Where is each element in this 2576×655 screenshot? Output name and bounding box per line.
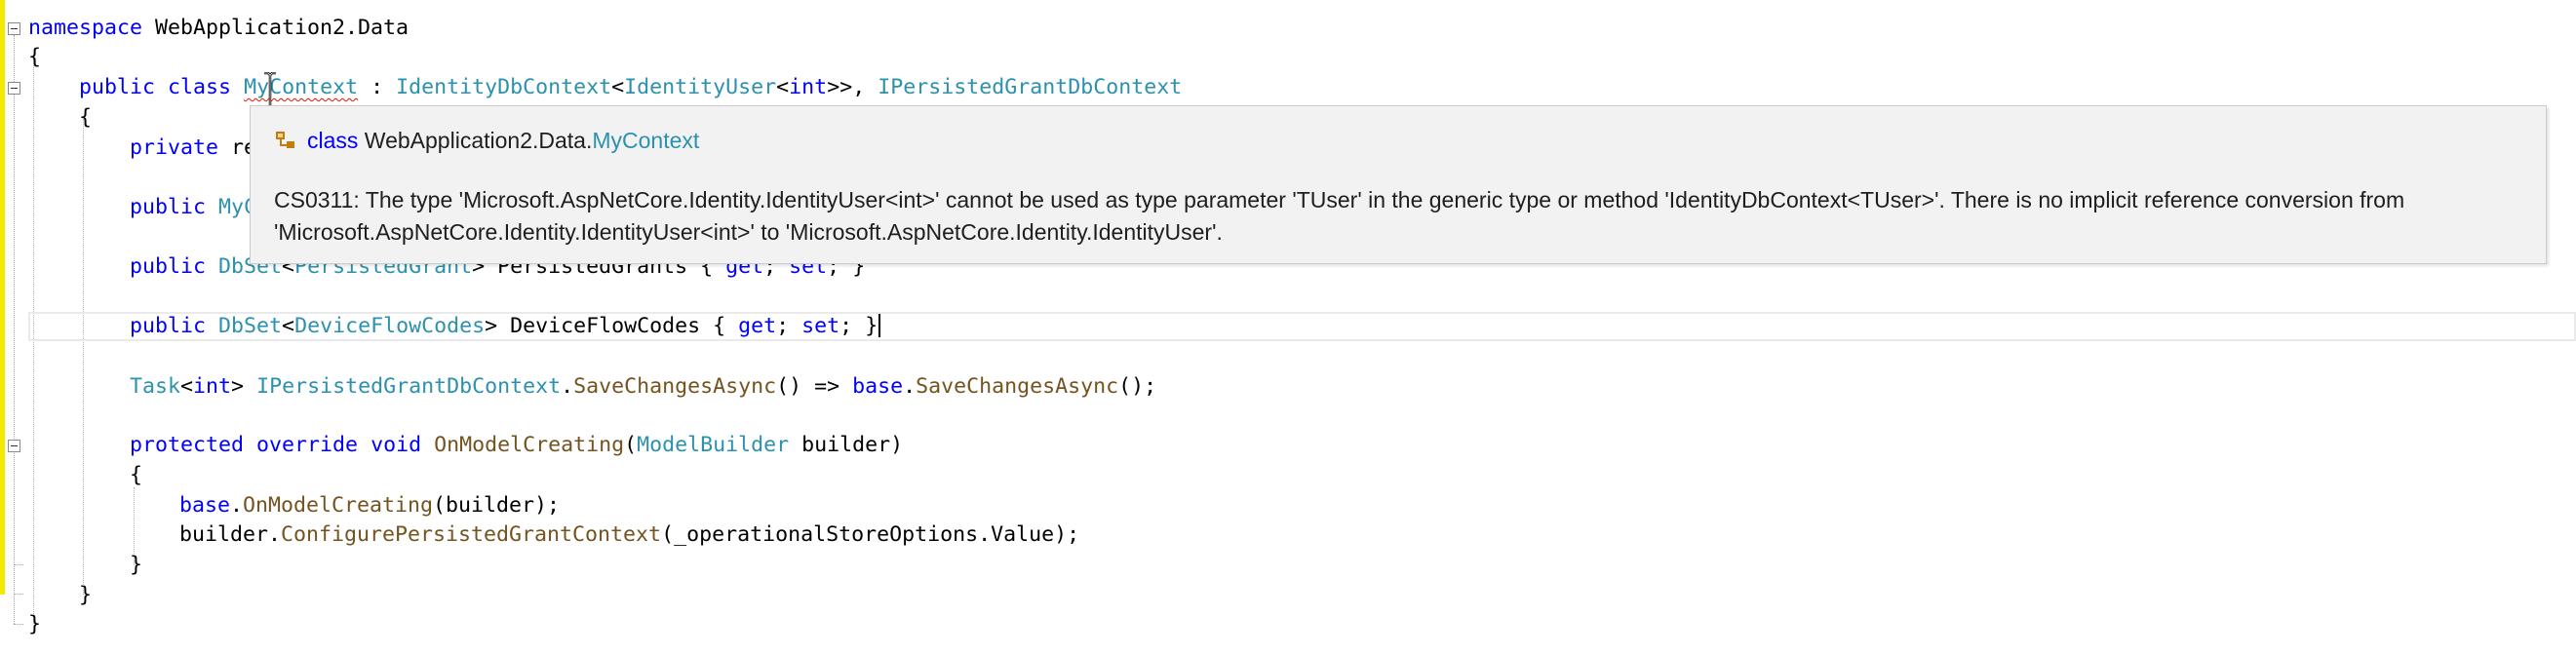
keyword-int: int	[789, 75, 828, 99]
args: (_operationalStoreOptions.Value);	[661, 522, 1080, 547]
keyword-base: base	[852, 374, 904, 399]
keyword-class: class	[168, 75, 232, 99]
outline-namespace-line	[14, 35, 16, 624]
indent-guide	[33, 58, 35, 624]
param-type: ModelBuilder	[637, 433, 790, 457]
keyword-void: void	[371, 433, 422, 457]
punct: ;	[776, 314, 802, 338]
collapse-method-button[interactable]	[8, 440, 20, 452]
punct: (	[624, 433, 638, 457]
keyword-public: public	[79, 75, 156, 99]
brace: }	[130, 553, 143, 577]
code-line-on-model-creating[interactable]: protected override void OnModelCreating(…	[130, 431, 903, 460]
error-text-line: CS0311: The type 'Microsoft.AspNetCore.I…	[274, 187, 2405, 212]
code-line-configure[interactable]: builder.ConfigurePersistedGrantContext(_…	[179, 520, 1079, 550]
indent-guide	[83, 119, 85, 595]
brace: {	[79, 105, 93, 130]
punct: ();	[1118, 374, 1157, 399]
tooltip-type-name: MyContext	[592, 128, 700, 153]
code-line-brace[interactable]: {	[130, 461, 142, 490]
punct: () =>	[776, 374, 853, 399]
punct: >>,	[827, 75, 878, 99]
tooltip-error-message: CS0311: The type 'Microsoft.AspNetCore.I…	[274, 184, 2526, 249]
code-line-brace[interactable]: }	[28, 610, 41, 639]
punct: .	[561, 374, 574, 399]
keyword-public: public	[130, 195, 207, 219]
param-name: builder)	[789, 433, 904, 457]
keyword-public: public	[130, 314, 207, 338]
brace: }	[79, 583, 93, 607]
keyword-set: set	[801, 314, 840, 338]
class-name-part: Context	[269, 75, 359, 99]
code-line-constructor[interactable]: public MyC	[130, 193, 256, 222]
punct: <	[611, 75, 625, 99]
brace: }	[28, 612, 42, 636]
collapse-namespace-button[interactable]	[8, 22, 20, 35]
keyword-protected: protected	[130, 433, 245, 457]
colon: :	[358, 75, 397, 99]
property-name: DeviceFlowCodes	[497, 314, 714, 338]
method-name: SaveChangesAsync	[916, 374, 1119, 399]
code-line-namespace[interactable]: namespace WebApplication2.Data	[28, 14, 409, 43]
outline-namespace-end	[14, 624, 23, 626]
keyword-get: get	[738, 314, 777, 338]
type-arg: DeviceFlowCodes	[294, 314, 486, 338]
keyword-base: base	[179, 493, 231, 518]
class-name-error[interactable]: MyContext	[244, 75, 358, 99]
code-line-brace[interactable]: }	[130, 551, 142, 580]
keyword-int: int	[193, 374, 232, 399]
interface-type: IPersistedGrantDbContext	[256, 374, 562, 399]
interface-type: IPersistedGrantDbContext	[878, 75, 1183, 99]
args: (builder);	[433, 493, 561, 518]
outline-method-end	[14, 564, 23, 566]
code-line-device-flow-codes[interactable]: public DbSet<DeviceFlowCodes> DeviceFlow…	[130, 312, 881, 341]
tooltip-header: class WebApplication2.Data.MyContext	[274, 126, 699, 155]
change-tracking-bar	[0, 0, 5, 595]
punct: >	[485, 314, 498, 338]
keyword-override: override	[256, 433, 359, 457]
code-line-brace[interactable]: }	[79, 581, 92, 610]
punct: <	[776, 75, 790, 99]
punct: >	[231, 374, 257, 399]
type-dbset: DbSet	[218, 314, 283, 338]
keyword-public: public	[130, 254, 207, 279]
brace: {	[28, 45, 42, 69]
punct: .	[230, 493, 244, 518]
code-editor[interactable]: namespace WebApplication2.Data { public …	[0, 0, 2576, 655]
punct: {	[713, 314, 739, 338]
code-line-brace[interactable]: {	[79, 103, 92, 133]
text-caret	[878, 314, 881, 337]
class-icon	[276, 132, 294, 148]
punct: }	[865, 314, 878, 338]
code-line-brace[interactable]: {	[28, 43, 41, 72]
outline-class-end	[14, 594, 23, 596]
namespace-name: WebApplication2.Data	[142, 16, 410, 40]
method-name: OnModelCreating	[434, 433, 625, 457]
brace: {	[130, 463, 143, 487]
code-line-base-call[interactable]: base.OnModelCreating(builder);	[179, 491, 560, 520]
method-name: ConfigurePersistedGrantContext	[281, 522, 662, 547]
tooltip-keyword: class	[307, 128, 359, 153]
ibeam-cursor-icon	[264, 72, 276, 109]
identifier: builder	[179, 522, 269, 547]
punct: .	[903, 374, 917, 399]
tooltip-namespace: WebApplication2.Data.	[364, 128, 593, 153]
keyword-namespace: namespace	[28, 16, 143, 40]
code-line-save-changes[interactable]: Task<int> IPersistedGrantDbContext.SaveC…	[130, 372, 1156, 402]
error-text-line: 'Microsoft.AspNetCore.Identity.IdentityU…	[274, 219, 1223, 245]
punct: ;	[839, 314, 866, 338]
punct: <	[282, 314, 295, 338]
code-line-private-field[interactable]: private re	[130, 134, 256, 163]
punct: <	[180, 374, 194, 399]
method-name: OnModelCreating	[243, 493, 434, 518]
punct: .	[268, 522, 282, 547]
base-type: IdentityDbContext	[396, 75, 612, 99]
quick-info-tooltip: class WebApplication2.Data.MyContext CS0…	[250, 105, 2547, 264]
type-task: Task	[130, 374, 181, 399]
method-name: SaveChangesAsync	[573, 374, 777, 399]
collapse-class-button[interactable]	[8, 82, 20, 95]
code-line-class-declaration[interactable]: public class MyContext : IdentityDbConte…	[79, 73, 1182, 102]
type-arg: IdentityUser	[624, 75, 777, 99]
keyword-private: private	[130, 135, 219, 160]
